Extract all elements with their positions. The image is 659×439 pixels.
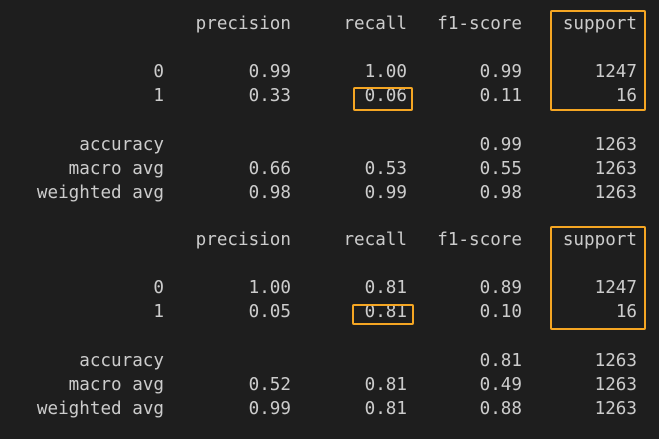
row-label: macro avg <box>68 375 164 395</box>
precision-value: 0.33 <box>248 86 291 106</box>
f1-value: 0.81 <box>479 351 522 371</box>
support-value: 1263 <box>594 399 637 419</box>
row-label: 0 <box>153 278 164 298</box>
support-value: 1263 <box>594 159 637 179</box>
row-label: accuracy <box>79 135 164 155</box>
recall-highlight-box <box>352 304 414 325</box>
row-label: 0 <box>153 62 164 82</box>
precision-value: 0.66 <box>248 159 291 179</box>
f1-value: 0.88 <box>479 399 522 419</box>
recall-value: 0.81 <box>364 399 407 419</box>
header-precision: precision <box>195 230 291 250</box>
recall-value: 0.99 <box>364 183 407 203</box>
recall-value: 0.81 <box>364 375 407 395</box>
header-recall: recall <box>343 14 407 34</box>
row-label: weighted avg <box>36 183 164 203</box>
row-label: 1 <box>153 302 164 322</box>
support-value: 1263 <box>594 351 637 371</box>
header-recall: recall <box>343 230 407 250</box>
row-label: accuracy <box>79 351 164 371</box>
header-f1-score: f1-score <box>437 230 522 250</box>
terminal-output: precision recall f1-score support 0 0.99… <box>0 0 659 439</box>
recall-highlight-box <box>353 87 413 111</box>
recall-value: 0.81 <box>364 278 407 298</box>
row-label: weighted avg <box>36 399 164 419</box>
f1-value: 0.98 <box>479 183 522 203</box>
f1-value: 0.99 <box>479 135 522 155</box>
precision-value: 0.99 <box>248 399 291 419</box>
header-f1-score: f1-score <box>437 14 522 34</box>
precision-value: 0.99 <box>248 62 291 82</box>
precision-value: 1.00 <box>248 278 291 298</box>
row-label: 1 <box>153 86 164 106</box>
support-highlight-box <box>550 10 646 111</box>
f1-value: 0.10 <box>479 302 522 322</box>
f1-value: 0.11 <box>479 86 522 106</box>
recall-value: 0.53 <box>364 159 407 179</box>
header-precision: precision <box>195 14 291 34</box>
precision-value: 0.98 <box>248 183 291 203</box>
f1-value: 0.49 <box>479 375 522 395</box>
f1-value: 0.55 <box>479 159 522 179</box>
f1-value: 0.89 <box>479 278 522 298</box>
f1-value: 0.99 <box>479 62 522 82</box>
row-label: macro avg <box>68 159 164 179</box>
recall-value: 1.00 <box>364 62 407 82</box>
precision-value: 0.05 <box>248 302 291 322</box>
support-value: 1263 <box>594 183 637 203</box>
precision-value: 0.52 <box>248 375 291 395</box>
support-value: 1263 <box>594 375 637 395</box>
support-value: 1263 <box>594 135 637 155</box>
support-highlight-box <box>550 226 646 330</box>
